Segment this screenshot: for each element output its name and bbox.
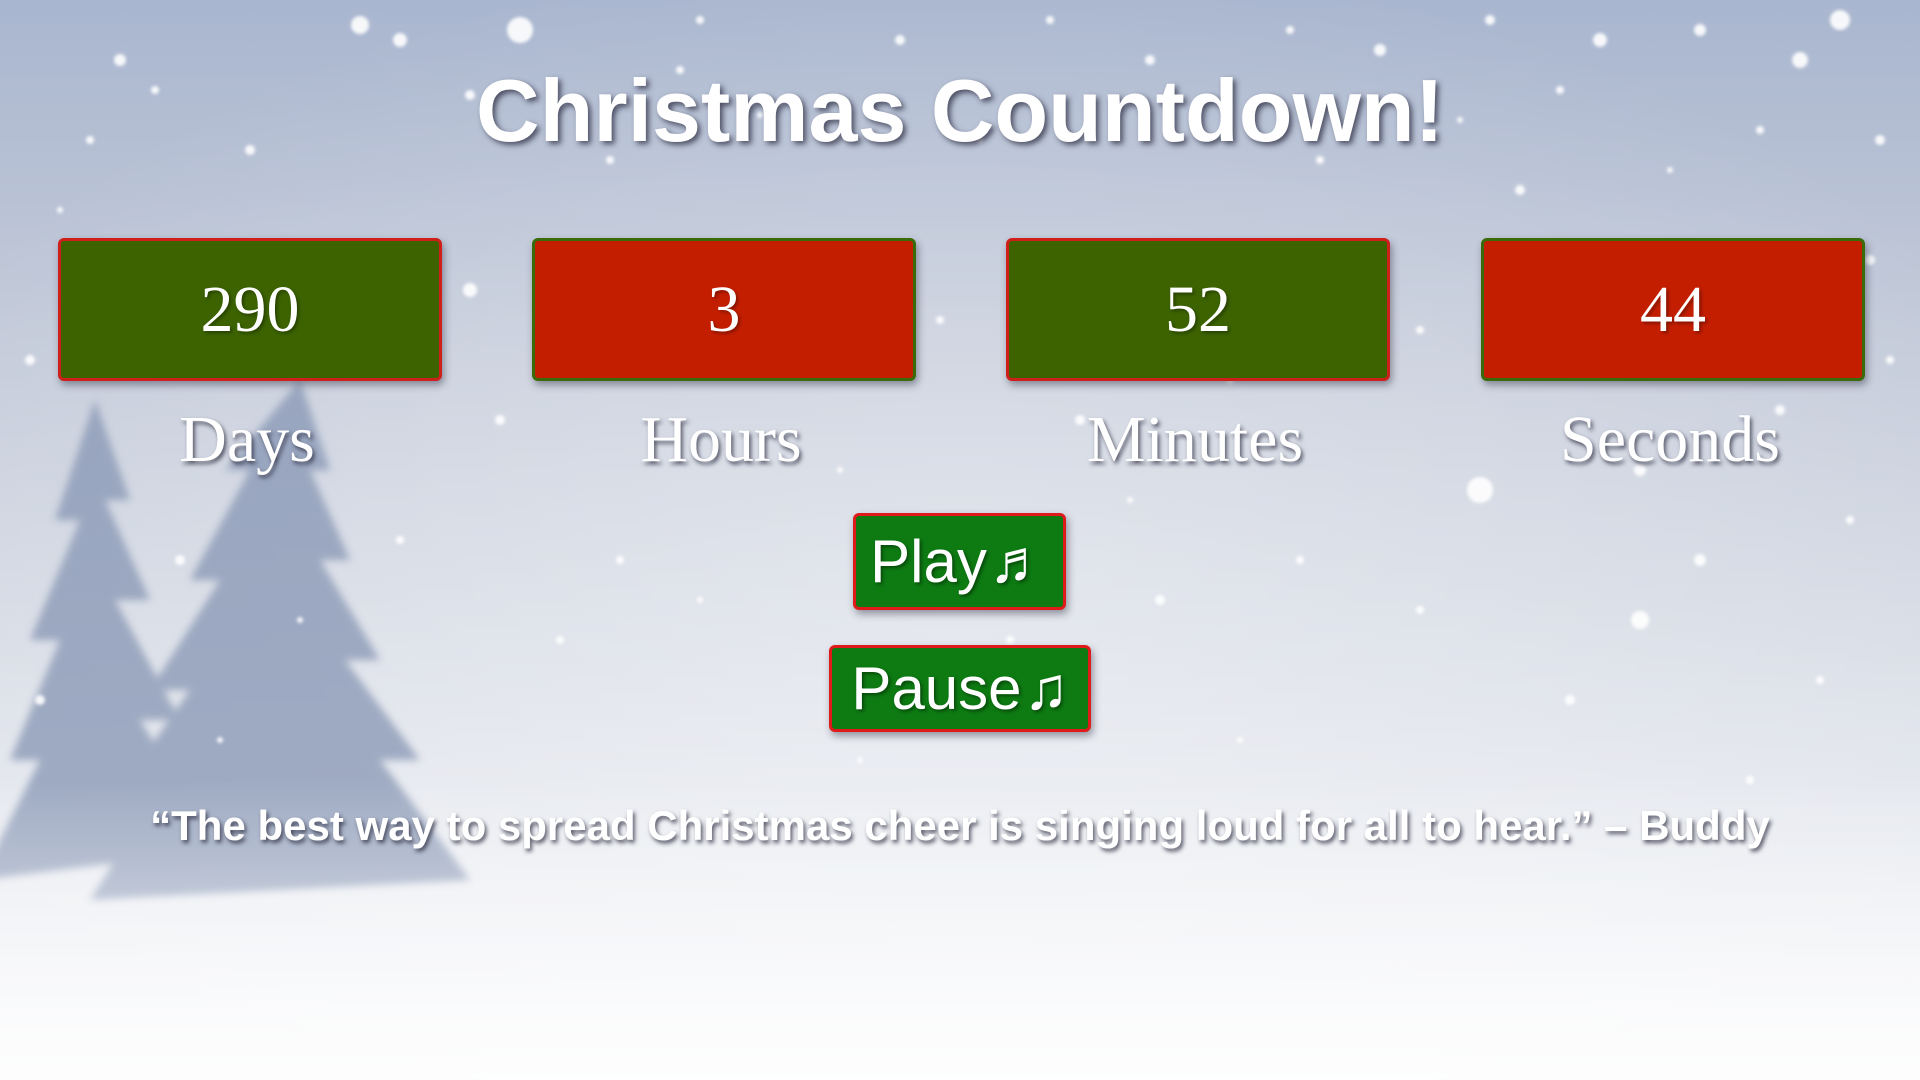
page-title: Christmas Countdown! <box>476 61 1444 160</box>
play-label: Play <box>870 528 987 595</box>
days-value: 290 <box>200 272 300 346</box>
minutes-value: 52 <box>1165 272 1231 346</box>
seconds-label: Seconds <box>1560 403 1780 476</box>
pause-label: Pause <box>851 655 1022 722</box>
hours-label: Hours <box>640 403 802 476</box>
buddy-quote: “The best way to spread Christmas cheer … <box>150 802 1770 849</box>
pause-music-button[interactable]: Pause ♫ <box>829 645 1091 732</box>
music-note-icon: ♫ <box>1023 655 1069 722</box>
days-label: Days <box>179 403 315 476</box>
play-music-button[interactable]: Play ♬ <box>853 513 1066 610</box>
countdown-tiles: 290 3 52 44 <box>58 238 1865 381</box>
minutes-label: Minutes <box>1086 403 1304 476</box>
minutes-value-box: 52 <box>1006 238 1390 381</box>
seconds-value-box: 44 <box>1481 238 1865 381</box>
days-value-box: 290 <box>58 238 442 381</box>
hours-value-box: 3 <box>532 238 916 381</box>
music-note-icon: ♬ <box>988 528 1049 595</box>
countdown-labels: Days Hours Minutes Seconds <box>58 402 1862 492</box>
seconds-value: 44 <box>1640 272 1706 346</box>
hours-value: 3 <box>707 272 741 346</box>
